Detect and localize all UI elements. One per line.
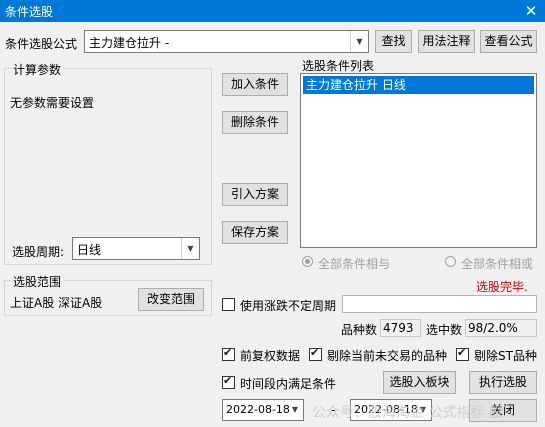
- selected-value: 98/2.0%: [465, 319, 537, 337]
- condition-list-label: 选股条件列表: [302, 59, 375, 73]
- condition-list[interactable]: 主力建仓拉升 日线: [300, 73, 537, 248]
- params-message: 无参数需要设置: [10, 96, 95, 110]
- save-scheme-button[interactable]: 保存方案: [222, 221, 288, 244]
- title-bar: 条件选股 ✕: [0, 0, 545, 22]
- close-icon[interactable]: ✕: [517, 0, 545, 22]
- forward-adjust-checkbox[interactable]: [222, 346, 235, 361]
- period-satisfy-checkbox[interactable]: [222, 374, 235, 389]
- exclude-st-checkbox[interactable]: [456, 346, 469, 361]
- add-condition-button[interactable]: 加入条件: [222, 73, 288, 96]
- count-label: 品种数: [341, 323, 378, 337]
- all-and-label: 全部条件相与: [318, 257, 391, 271]
- status-text: 选股完毕.: [476, 280, 528, 294]
- forward-adjust-label: 前复权数据: [240, 349, 301, 363]
- count-value: 4793: [380, 319, 421, 337]
- exclude-untraded-checkbox[interactable]: [309, 346, 322, 361]
- view-formula-button[interactable]: 查看公式: [480, 30, 537, 53]
- scope-markets: 上证A股 深证A股: [10, 296, 103, 310]
- selected-label: 选中数: [426, 323, 463, 337]
- period-satisfy-label: 时间段内满足条件: [240, 377, 337, 391]
- watermark: 公众号：股海淘金 公式指标 股: [312, 405, 503, 421]
- start-date-value: 2022-08-18: [226, 403, 290, 416]
- scope-legend: 选股范围: [11, 273, 64, 290]
- formula-label: 条件选股公式: [5, 37, 78, 51]
- formula-value: 主力建仓拉升 -: [89, 36, 170, 50]
- period-select[interactable]: 日线 ▼: [72, 237, 200, 260]
- change-scope-button[interactable]: 改变范围: [138, 288, 204, 311]
- exclude-untraded-label: 剔除当前未交易的品种: [327, 349, 448, 363]
- period-label: 选股周期:: [12, 245, 65, 259]
- delete-condition-button[interactable]: 删除条件: [222, 111, 288, 134]
- chevron-down-icon[interactable]: ▼: [350, 31, 368, 52]
- all-or-label: 全部条件相或: [461, 257, 534, 271]
- chevron-down-icon[interactable]: ▼: [287, 400, 303, 420]
- start-date-picker[interactable]: 2022-08-18 ▼: [222, 399, 304, 421]
- list-item[interactable]: 主力建仓拉升 日线: [303, 76, 534, 94]
- chevron-down-icon[interactable]: ▼: [181, 238, 199, 259]
- run-selection-button[interactable]: 执行选股: [469, 371, 537, 394]
- import-scheme-button[interactable]: 引入方案: [222, 183, 288, 206]
- use-limit-period-label: 使用涨跌不定周期: [240, 299, 337, 313]
- exclude-st-label: 剔除ST品种: [474, 349, 537, 363]
- find-button[interactable]: 查找: [375, 30, 412, 53]
- formula-select[interactable]: 主力建仓拉升 - ▼: [84, 30, 369, 53]
- window-title: 条件选股: [5, 5, 54, 19]
- params-legend: 计算参数: [11, 61, 64, 78]
- all-and-radio[interactable]: [302, 256, 313, 267]
- usage-notes-button[interactable]: 用法注释: [418, 30, 475, 53]
- all-or-radio[interactable]: [445, 256, 456, 267]
- limit-period-field[interactable]: [342, 295, 537, 313]
- add-to-block-button[interactable]: 选股入板块: [383, 371, 456, 394]
- period-value: 日线: [77, 243, 102, 257]
- use-limit-period-checkbox[interactable]: [222, 298, 235, 311]
